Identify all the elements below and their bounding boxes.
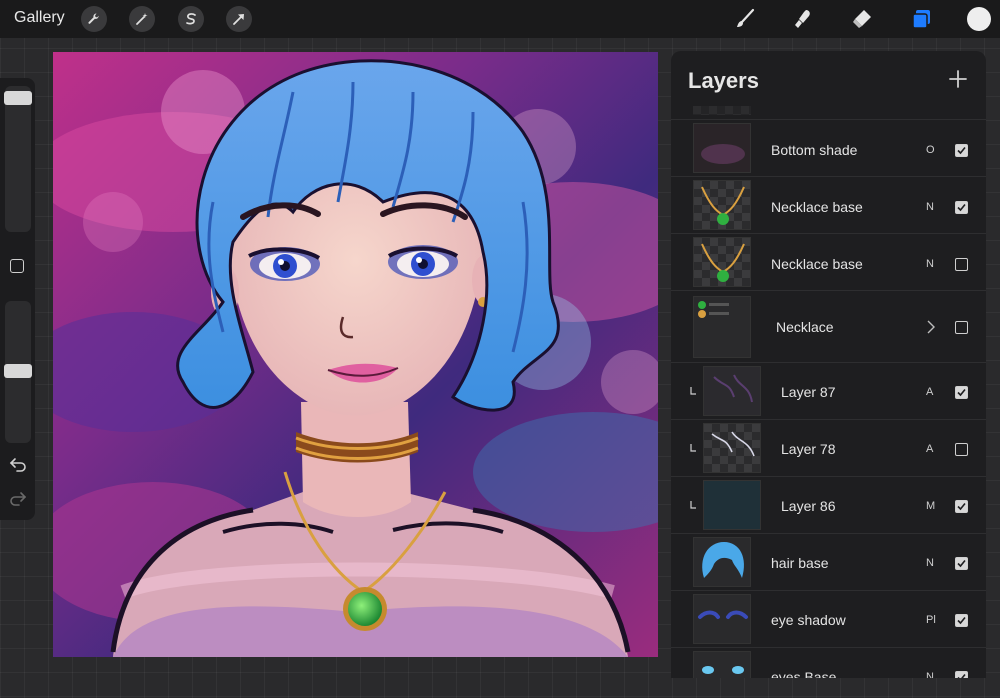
visibility-checkbox[interactable] (955, 321, 968, 334)
left-sidebar (0, 78, 35, 520)
plus-icon[interactable] (948, 69, 968, 89)
checkmark-icon (957, 616, 966, 625)
selection-icon (186, 13, 196, 25)
layer-thumbnail (703, 480, 761, 530)
layer-name: Layer 86 (781, 498, 836, 514)
wrench-icon (88, 13, 99, 24)
layer-name: Layer 87 (781, 384, 836, 400)
layers-button[interactable] (907, 5, 935, 33)
eraser-tool-button[interactable] (848, 5, 876, 33)
color-picker-button[interactable] (967, 7, 991, 31)
layer-name: Necklace (776, 319, 834, 335)
visibility-checkbox[interactable] (955, 614, 968, 627)
layer-row[interactable]: Layer 78 A (671, 419, 986, 476)
layers-panel: Layers Bottom shade O Necklace base N Ne… (671, 51, 986, 678)
checkmark-icon (957, 203, 966, 212)
undo-icon[interactable] (9, 455, 27, 473)
layers-icon (912, 10, 930, 29)
visibility-checkbox[interactable] (955, 557, 968, 570)
transform-button[interactable] (226, 6, 252, 32)
layer-name: Necklace base (771, 256, 863, 272)
layers-panel-title: Layers (688, 68, 759, 93)
visibility-checkbox[interactable] (955, 671, 968, 678)
layer-name: Layer 78 (781, 441, 836, 457)
blend-mode-label[interactable]: M (926, 500, 935, 512)
group-thumbnail (693, 296, 751, 358)
layer-group-row[interactable]: Necklace (671, 290, 986, 362)
brush-icon (737, 8, 755, 27)
layer-name: eye shadow (771, 612, 846, 628)
artwork-illustration (53, 52, 658, 657)
layer-thumbnail (703, 366, 761, 416)
layer-thumbnail (693, 594, 751, 644)
layer-thumbnail-partial (693, 106, 751, 115)
blend-mode-label[interactable]: A (926, 386, 933, 398)
layer-row[interactable]: Necklace base N (671, 176, 986, 233)
visibility-checkbox[interactable] (955, 201, 968, 214)
blend-mode-label[interactable]: A (926, 443, 933, 455)
layer-name: hair base (771, 555, 829, 571)
layer-row[interactable]: hair base N (671, 533, 986, 590)
layer-row[interactable]: Layer 87 A (671, 362, 986, 419)
blend-mode-label[interactable]: Pl (926, 614, 936, 626)
checkmark-icon (957, 559, 966, 568)
checkmark-icon (957, 146, 966, 155)
selection-button[interactable] (178, 6, 204, 32)
actions-button[interactable] (81, 6, 107, 32)
brush-size-slider[interactable] (5, 86, 31, 232)
layer-thumbnail (703, 423, 761, 473)
eraser-icon (853, 10, 871, 28)
gallery-button[interactable]: Gallery (14, 9, 65, 27)
layer-row[interactable]: eyes Base N (671, 647, 986, 678)
checkmark-icon (957, 388, 966, 397)
layer-thumbnail (693, 123, 751, 173)
visibility-checkbox[interactable] (955, 144, 968, 157)
visibility-checkbox[interactable] (955, 258, 968, 271)
layer-thumbnail (693, 537, 751, 587)
smudge-icon (795, 10, 810, 28)
layer-thumbnail (693, 180, 751, 230)
layer-name: Bottom shade (771, 142, 858, 158)
layer-thumbnail (693, 651, 751, 678)
clipping-mask-icon (690, 501, 696, 509)
opacity-thumb[interactable] (4, 364, 32, 378)
checkmark-icon (957, 673, 966, 678)
magic-wand-icon (136, 13, 148, 25)
clipping-mask-icon (690, 444, 696, 452)
transform-arrow-icon (233, 14, 244, 25)
drawing-canvas[interactable] (53, 52, 658, 657)
checkmark-icon (957, 502, 966, 511)
layer-name: Necklace base (771, 199, 863, 215)
blend-mode-label[interactable]: N (926, 557, 934, 569)
clipping-mask-icon (690, 387, 696, 395)
brush-size-thumb[interactable] (4, 91, 32, 105)
blend-mode-label[interactable]: N (926, 671, 934, 678)
blend-mode-label[interactable]: O (926, 144, 935, 156)
layer-row[interactable]: eye shadow Pl (671, 590, 986, 647)
layer-name: eyes Base (771, 669, 837, 678)
visibility-checkbox[interactable] (955, 386, 968, 399)
blend-mode-label[interactable]: N (926, 258, 934, 270)
layer-thumbnail (693, 237, 751, 287)
top-toolbar: Gallery (0, 0, 1000, 38)
layer-row[interactable]: Layer 86 M (671, 476, 986, 533)
blend-mode-label[interactable]: N (926, 201, 934, 213)
redo-icon[interactable] (9, 489, 27, 507)
layer-row[interactable]: Necklace base N (671, 233, 986, 290)
modify-button[interactable] (10, 259, 24, 273)
brush-tool-button[interactable] (731, 5, 759, 33)
visibility-checkbox[interactable] (955, 443, 968, 456)
chevron-right-icon[interactable] (926, 320, 936, 334)
adjustments-button[interactable] (129, 6, 155, 32)
smudge-tool-button[interactable] (789, 5, 817, 33)
layer-row[interactable]: Bottom shade O (671, 119, 986, 176)
visibility-checkbox[interactable] (955, 500, 968, 513)
